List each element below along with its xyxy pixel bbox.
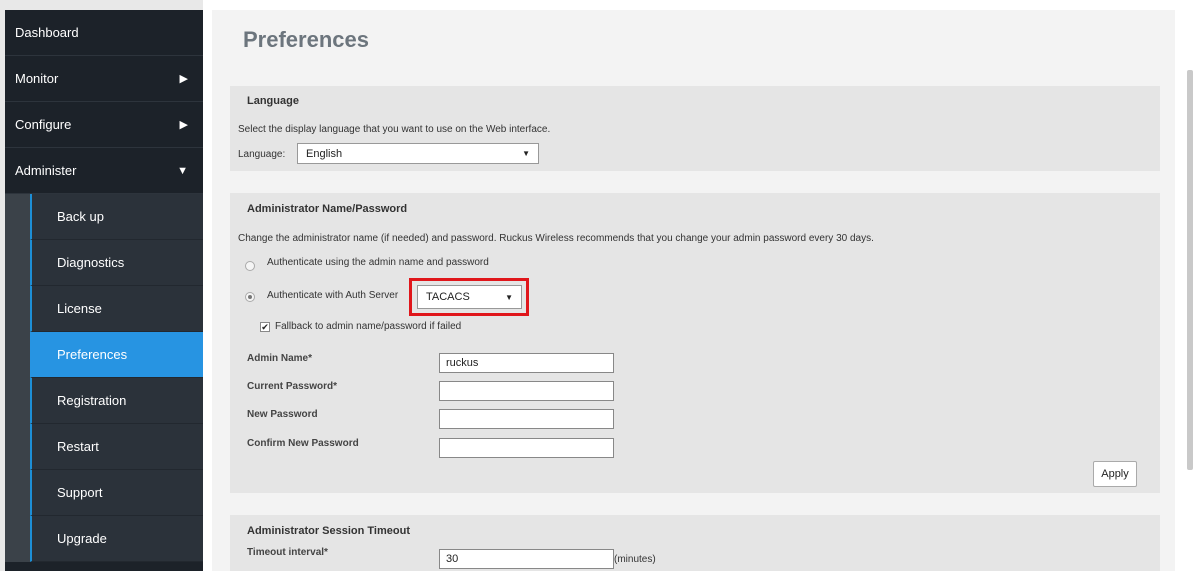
current-password-input[interactable] bbox=[439, 381, 614, 401]
sidebar: Dashboard Monitor ▶ Configure ▶ Administ… bbox=[0, 0, 203, 571]
sidebar-item-restart[interactable]: Restart bbox=[30, 424, 203, 470]
sidebar-item-label: Restart bbox=[57, 439, 99, 454]
scrollbar[interactable] bbox=[1187, 70, 1193, 470]
nav-administer[interactable]: Administer ▼ bbox=[5, 148, 203, 194]
auth-server-select[interactable]: TACACS ▼ bbox=[417, 285, 522, 309]
timeout-input[interactable] bbox=[439, 549, 614, 569]
sidebar-item-label: License bbox=[57, 301, 102, 316]
current-password-label: Current Password* bbox=[247, 381, 338, 392]
chevron-right-icon: ▶ bbox=[179, 119, 188, 131]
fallback-label: Fallback to admin name/password if faile… bbox=[275, 321, 462, 332]
sidebar-item-diagnostics[interactable]: Diagnostics bbox=[30, 240, 203, 286]
sidebar-item-license[interactable]: License bbox=[30, 286, 203, 332]
radio-auth-local-label: Authenticate using the admin name and pa… bbox=[267, 257, 489, 268]
new-password-input[interactable] bbox=[439, 409, 614, 429]
radio-auth-local[interactable] bbox=[245, 261, 255, 271]
check-icon: ✔ bbox=[261, 322, 269, 332]
apply-button[interactable]: Apply bbox=[1093, 461, 1137, 487]
chevron-right-icon: ▶ bbox=[179, 73, 188, 85]
submenu-gutter bbox=[5, 194, 30, 562]
nav-configure-label: Configure bbox=[15, 117, 72, 132]
nav-monitor[interactable]: Monitor ▶ bbox=[5, 56, 203, 102]
sidebar-item-upgrade[interactable]: Upgrade bbox=[30, 516, 203, 562]
sidebar-item-label: Back up bbox=[57, 209, 104, 224]
auth-server-select-value: TACACS bbox=[426, 291, 470, 303]
language-label: Language: bbox=[238, 149, 286, 160]
session-timeout-panel: Administrator Session Timeout Timeout in… bbox=[230, 515, 1160, 571]
nav-dashboard[interactable]: Dashboard bbox=[5, 10, 203, 56]
nav-dashboard-label: Dashboard bbox=[15, 25, 79, 40]
chevron-down-icon: ▼ bbox=[177, 164, 188, 177]
radio-auth-server[interactable] bbox=[245, 292, 255, 302]
language-description: Select the display language that you wan… bbox=[238, 124, 551, 135]
sidebar-item-label: Upgrade bbox=[57, 531, 107, 546]
admin-name-label: Admin Name* bbox=[247, 353, 313, 364]
main-content: Preferences Language Select the display … bbox=[212, 10, 1175, 571]
nav-administer-label: Administer bbox=[15, 163, 77, 178]
language-panel-title: Language bbox=[247, 95, 299, 107]
confirm-password-label: Confirm New Password bbox=[247, 438, 359, 449]
radio-auth-server-label: Authenticate with Auth Server bbox=[267, 290, 399, 301]
language-panel: Language Select the display language tha… bbox=[230, 86, 1160, 171]
sidebar-item-label: Diagnostics bbox=[57, 255, 125, 270]
dropdown-arrow-icon: ▼ bbox=[505, 292, 513, 302]
admin-panel-title: Administrator Name/Password bbox=[247, 203, 408, 215]
sidebar-item-support[interactable]: Support bbox=[30, 470, 203, 516]
sidebar-item-label: Preferences bbox=[57, 347, 128, 362]
fallback-checkbox[interactable]: ✔ bbox=[260, 322, 270, 332]
timeout-unit: (minutes) bbox=[614, 554, 656, 565]
admin-description: Change the administrator name (if needed… bbox=[238, 233, 874, 244]
admin-password-panel: Administrator Name/Password Change the a… bbox=[230, 193, 1160, 493]
sidebar-item-label: Registration bbox=[57, 393, 127, 408]
nav-configure[interactable]: Configure ▶ bbox=[5, 102, 203, 148]
confirm-password-input[interactable] bbox=[439, 438, 614, 458]
language-select[interactable]: English ▼ bbox=[297, 143, 539, 164]
sidebar-item-preferences[interactable]: Preferences bbox=[30, 332, 203, 378]
new-password-label: New Password bbox=[247, 409, 318, 420]
language-select-value: English bbox=[306, 147, 343, 160]
administer-submenu: Back up Diagnostics License Preferences … bbox=[5, 194, 203, 562]
sidebar-item-label: Support bbox=[57, 485, 103, 500]
dropdown-arrow-icon: ▼ bbox=[522, 149, 530, 158]
nav-monitor-label: Monitor bbox=[15, 71, 59, 86]
admin-name-input[interactable] bbox=[439, 353, 614, 373]
sidebar-item-backup[interactable]: Back up bbox=[30, 194, 203, 240]
sidebar-item-registration[interactable]: Registration bbox=[30, 378, 203, 424]
timeout-label: Timeout interval* bbox=[247, 547, 328, 558]
page-title: Preferences bbox=[243, 27, 369, 52]
sidebar-nav: Dashboard Monitor ▶ Configure ▶ Administ… bbox=[5, 10, 203, 571]
session-panel-title: Administrator Session Timeout bbox=[247, 525, 410, 537]
